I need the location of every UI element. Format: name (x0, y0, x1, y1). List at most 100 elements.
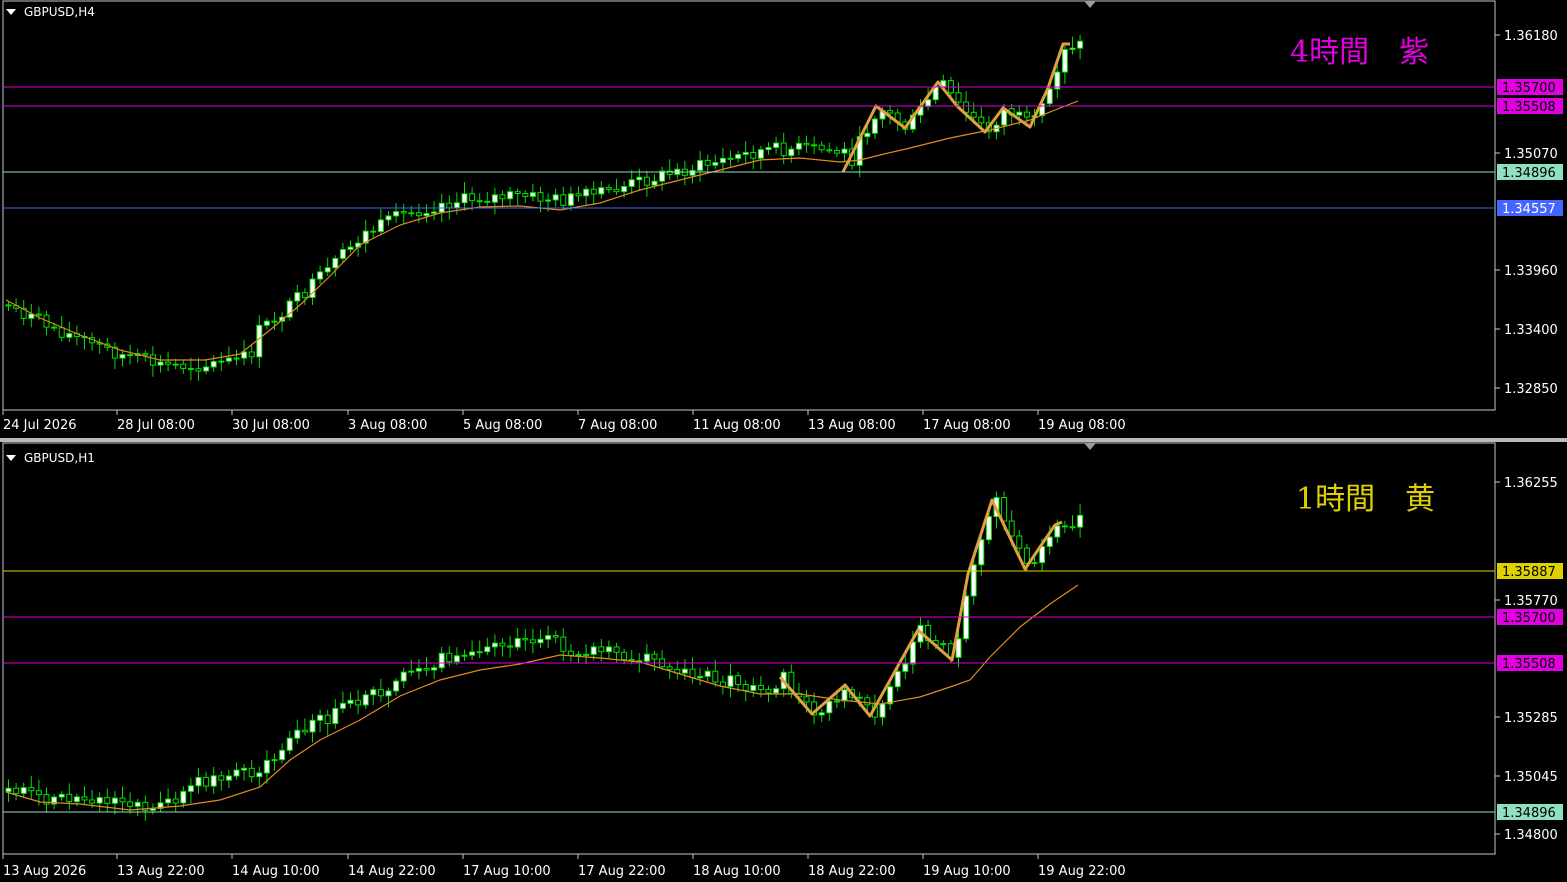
candle-body (286, 737, 293, 751)
candle-body (461, 193, 468, 204)
candle-body (332, 707, 339, 725)
candle-body (522, 638, 529, 641)
candle-body (1016, 535, 1023, 549)
candle-body (826, 149, 833, 152)
candle-body (51, 326, 58, 329)
x-tick-label: 18 Aug 10:00 (693, 864, 781, 879)
candle-body (788, 148, 795, 157)
zigzag-line (841, 42, 1070, 173)
candle-body (370, 689, 377, 696)
candle-body (469, 193, 476, 202)
candle-body (681, 668, 688, 674)
x-tick-label: 28 Jul 08:00 (117, 418, 195, 433)
candle-body (66, 793, 73, 803)
x-tick-label: 18 Aug 22:00 (808, 864, 896, 879)
candle-body (438, 652, 445, 669)
x-tick-label: 3 Aug 08:00 (348, 418, 427, 433)
candle-body (735, 675, 742, 685)
symbol-label: GBPUSD,H1 (24, 451, 95, 465)
candle-body (818, 144, 825, 151)
candle-body (742, 683, 749, 691)
candle-body (567, 193, 574, 206)
moving-average-line (5, 584, 1079, 811)
y-tick-label: 1.33400 (1504, 323, 1558, 338)
candle-body (514, 638, 521, 648)
x-tick-label: 5 Aug 08:00 (463, 418, 542, 433)
candle-body (552, 194, 559, 201)
candle-body (583, 188, 590, 197)
candle-body (324, 267, 331, 273)
candle-body (294, 292, 301, 302)
candle-body (58, 327, 65, 338)
candle-body (233, 357, 240, 360)
chart-h1[interactable]: 1.36255 1.35770 1.35285 1.35045 1.34800 13 Au… (0, 442, 1567, 882)
candle-body (514, 191, 521, 195)
candle-body (1054, 525, 1061, 538)
candle-body (142, 353, 149, 356)
candle-body (689, 668, 696, 679)
candle-body (393, 680, 400, 692)
candle-body (1077, 40, 1084, 49)
candle-body (864, 697, 871, 706)
price-level-label: 1.35508 (1502, 657, 1556, 672)
candle-body (66, 333, 73, 338)
candle-body (210, 775, 217, 787)
candle-body (225, 357, 232, 362)
x-tick-label: 13 Aug 22:00 (117, 864, 205, 879)
shift-marker-icon[interactable] (1084, 443, 1096, 450)
candle-body (1061, 48, 1068, 73)
price-level-label: 1.35887 (1502, 565, 1556, 580)
x-tick-label: 14 Aug 22:00 (348, 864, 436, 879)
candle-body (537, 192, 544, 202)
candle-body (256, 324, 263, 358)
x-tick-label: 17 Aug 22:00 (578, 864, 666, 879)
candle-body (560, 194, 567, 206)
candle-body (803, 142, 810, 146)
chart-h4[interactable]: 1.36180 1.35070 1.33960 1.33400 1.32850 24 Ju… (0, 0, 1567, 438)
candle-body (704, 670, 711, 677)
candle-body (111, 797, 118, 804)
candle-body (887, 110, 894, 114)
candle-body (651, 180, 658, 186)
y-tick-label: 1.35770 (1504, 594, 1558, 609)
candle-body (621, 185, 628, 193)
candle-body (415, 212, 422, 217)
candle-body (567, 650, 574, 656)
candle-body (301, 729, 308, 733)
dropdown-arrow-icon[interactable] (6, 9, 16, 15)
dropdown-arrow-icon[interactable] (6, 455, 16, 461)
candle-body (499, 642, 506, 647)
candle-body (263, 320, 270, 326)
candle-body (887, 686, 894, 705)
x-tick-label: 7 Aug 08:00 (578, 418, 657, 433)
candle-body (628, 179, 635, 187)
candle-body (469, 651, 476, 656)
candle-body (719, 157, 726, 164)
candle-body (522, 193, 529, 197)
candle-body (666, 666, 673, 671)
candle-body (773, 142, 780, 149)
candle-body (370, 230, 377, 233)
candle-body (180, 363, 187, 369)
candle-body (415, 667, 422, 672)
candle-body (491, 194, 498, 203)
candle-body (1061, 525, 1068, 528)
candle-body (552, 635, 559, 638)
candle-body (149, 354, 156, 366)
candle-body (104, 797, 111, 804)
candle-body (225, 775, 232, 781)
candle-body (712, 670, 719, 683)
candle-body (871, 118, 878, 134)
candle-body (970, 111, 977, 118)
candle-body (165, 798, 172, 804)
x-tick-label: 17 Aug 10:00 (463, 864, 551, 879)
candle-body (127, 354, 134, 357)
candle-body (134, 801, 141, 807)
candle-body (795, 142, 802, 150)
candle-body (317, 271, 324, 280)
candle-body (765, 147, 772, 151)
candle-body (5, 787, 12, 793)
shift-marker-icon[interactable] (1084, 1, 1096, 8)
y-tick-label: 1.34800 (1504, 828, 1558, 843)
candle-body (1054, 71, 1061, 90)
